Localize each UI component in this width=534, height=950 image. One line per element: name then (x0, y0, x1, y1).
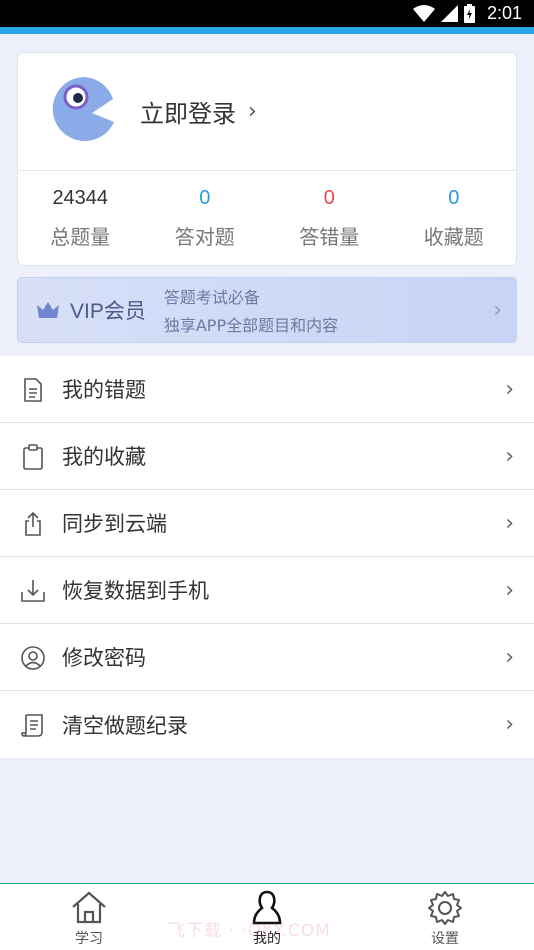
avatar[interactable] (50, 75, 118, 143)
menu-item-sync-cloud[interactable]: 同步到云端 › (0, 490, 534, 557)
tab-mine[interactable]: 我的 (178, 884, 356, 950)
wifi-icon (412, 5, 435, 22)
chevron-right-icon: › (248, 98, 257, 124)
stat-wrong[interactable]: 0 答错量 (267, 181, 392, 261)
tab-label: 我的 (253, 931, 281, 947)
login-label: 立即登录 (140, 99, 236, 128)
home-icon (72, 891, 106, 924)
menu-item-clear-records[interactable]: 清空做题纪录 › (0, 691, 534, 758)
stat-label: 总题量 (50, 225, 111, 249)
stat-total[interactable]: 24344 总题量 (18, 181, 143, 261)
stat-value: 0 (323, 187, 335, 209)
tab-label: 设置 (431, 931, 459, 947)
chevron-right-icon: › (505, 376, 514, 402)
menu-item-favorites[interactable]: 我的收藏 › (0, 423, 534, 490)
document-icon (24, 378, 42, 402)
menu-label: 修改密码 (62, 646, 146, 670)
tab-study[interactable]: 学习 (0, 884, 178, 950)
vip-banner[interactable]: VIP会员 答题考试必备 独享APP全部题目和内容 › (17, 277, 517, 343)
clipboard-icon (23, 444, 43, 470)
menu-item-restore-data[interactable]: 恢复数据到手机 › (0, 557, 534, 624)
scroll-icon (21, 714, 43, 737)
chevron-right-icon: › (493, 298, 502, 323)
stat-label: 收藏题 (423, 225, 484, 249)
stat-label: 答对题 (174, 225, 235, 249)
gear-icon (428, 891, 462, 925)
signal-icon (440, 5, 458, 22)
login-link[interactable]: 立即登录 › (140, 91, 257, 131)
stats-row: 24344 总题量 0 答对题 0 答错量 0 收藏题 (18, 181, 516, 261)
menu-item-change-password[interactable]: 修改密码 › (0, 624, 534, 691)
stat-correct[interactable]: 0 答对题 (143, 181, 268, 261)
menu-label: 恢复数据到手机 (62, 579, 209, 603)
chevron-right-icon: › (505, 644, 514, 670)
divider (18, 170, 516, 171)
vip-title: VIP会员 (70, 300, 146, 323)
vip-description: 答题考试必备 独享APP全部题目和内容 (164, 284, 338, 336)
chevron-right-icon: › (505, 712, 514, 737)
crown-icon (37, 302, 59, 318)
vip-line-1: 答题考试必备 (163, 288, 260, 307)
chevron-right-icon: › (505, 510, 514, 536)
status-bar: 2:01 (0, 0, 534, 27)
profile-card: 立即登录 › 24344 总题量 0 答对题 0 答错量 0 收藏题 (17, 52, 517, 266)
person-icon (252, 890, 282, 925)
menu-label: 我的收藏 (62, 445, 146, 469)
upload-icon (25, 511, 41, 536)
menu-label: 清空做题纪录 (62, 713, 188, 738)
chevron-right-icon: › (505, 577, 514, 603)
tab-label: 学习 (75, 931, 103, 947)
user-circle-icon (21, 646, 45, 670)
battery-icon (463, 4, 475, 23)
bottom-tab-bar: 学习 我的 设置 (0, 883, 534, 950)
tab-settings[interactable]: 设置 (356, 884, 534, 950)
menu-label: 我的错题 (62, 378, 146, 402)
stat-value: 24344 (52, 187, 109, 209)
accent-line (0, 27, 534, 34)
stat-value: 0 (448, 187, 460, 209)
stat-label: 答错量 (299, 225, 360, 249)
clock: 2:01 (486, 3, 522, 23)
chevron-right-icon: › (505, 443, 514, 469)
stat-favorites[interactable]: 0 收藏题 (392, 181, 517, 261)
menu-list: 我的错题 › 我的收藏 › 同步到云端 › 恢复数据到手机 › 修改密码 › 清… (0, 356, 534, 758)
menu-label: 同步到云端 (62, 512, 167, 536)
menu-item-wrong-questions[interactable]: 我的错题 › (0, 356, 534, 423)
stat-value: 0 (199, 187, 211, 209)
vip-line-2: 独享APP全部题目和内容 (163, 316, 339, 335)
download-icon (21, 580, 45, 602)
